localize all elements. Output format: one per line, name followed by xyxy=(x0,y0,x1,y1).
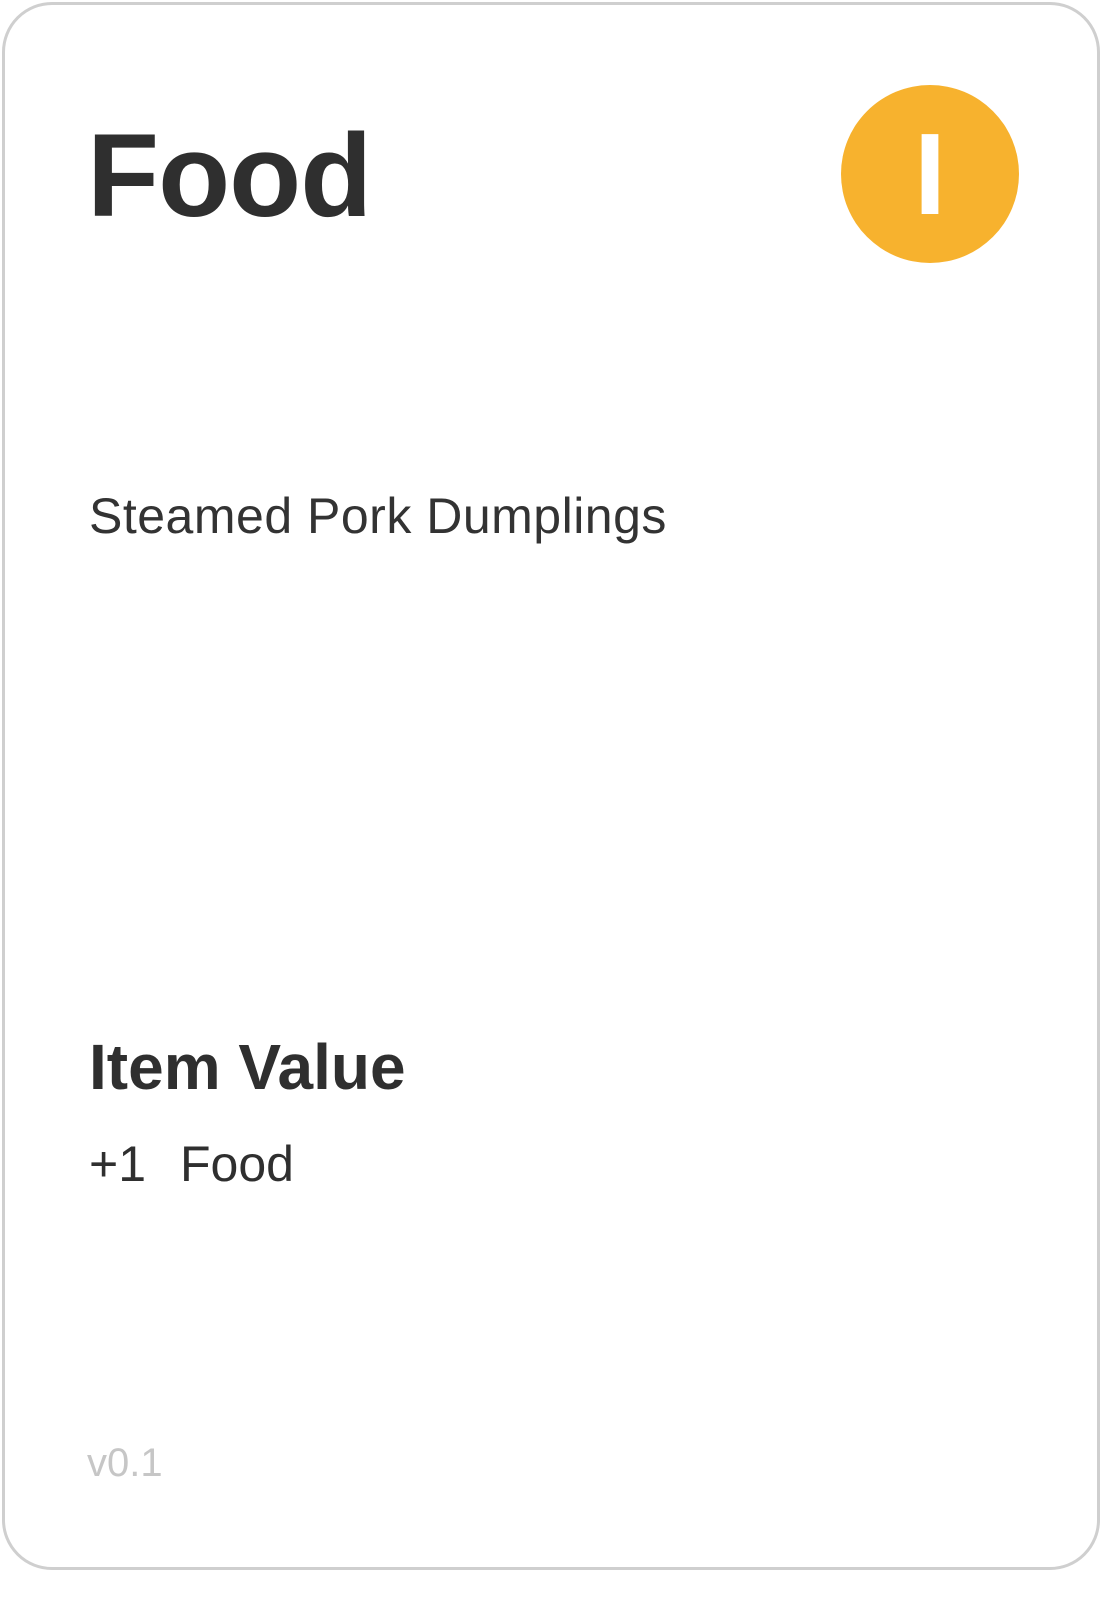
card-title: Food xyxy=(87,110,372,242)
version-label: v0.1 xyxy=(87,1441,163,1485)
card-subtitle: Steamed Pork Dumplings xyxy=(89,488,667,544)
item-card: Food I Steamed Pork Dumplings Item Value… xyxy=(2,2,1100,1570)
item-value-heading: Item Value xyxy=(89,1031,406,1103)
tier-badge: I xyxy=(841,85,1019,263)
tier-label: I xyxy=(913,109,947,239)
item-value-resource: Food xyxy=(180,1136,294,1192)
item-value-amount: +1 xyxy=(89,1136,147,1192)
item-value-row: +1 Food xyxy=(89,1139,294,1189)
